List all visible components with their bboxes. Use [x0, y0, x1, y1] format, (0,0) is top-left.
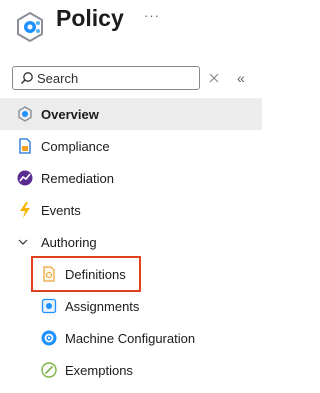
sidebar-item-events[interactable]: Events: [0, 194, 262, 226]
sidebar-item-overview[interactable]: Overview: [0, 98, 262, 130]
search-input[interactable]: [37, 70, 197, 86]
remediation-icon: [16, 169, 34, 187]
compliance-icon: [16, 137, 34, 155]
highlight-box: [31, 256, 141, 292]
search-icon: [21, 72, 33, 84]
sidebar-item-label: Remediation: [41, 170, 114, 186]
sidebar-group-authoring[interactable]: Authoring: [0, 226, 262, 258]
sidebar-item-label: Assignments: [65, 298, 140, 314]
close-icon[interactable]: [207, 71, 221, 85]
search-box[interactable]: [12, 66, 200, 90]
lightning-icon: [16, 201, 34, 219]
chevron-down-icon: [18, 239, 28, 245]
exemption-icon: [40, 361, 58, 379]
gear-icon: [40, 329, 58, 347]
policy-icon: [17, 11, 43, 43]
sidebar-item-label: Compliance: [41, 138, 110, 154]
sidebar-item-label: Overview: [41, 106, 99, 122]
policy-icon: [16, 105, 34, 123]
sidebar-item-label: Exemptions: [65, 362, 133, 378]
search-row: «: [0, 64, 276, 92]
double-chevron-left-icon[interactable]: «: [237, 70, 245, 86]
page-title: Policy: [56, 5, 124, 31]
sidebar-item-compliance[interactable]: Compliance: [0, 130, 262, 162]
sidebar-item-assignments[interactable]: Assignments: [0, 290, 262, 322]
more-options-button[interactable]: ···: [144, 8, 160, 23]
assignment-icon: [40, 297, 58, 315]
sidebar-item-remediation[interactable]: Remediation: [0, 162, 262, 194]
sidebar-item-machine-configuration[interactable]: Machine Configuration: [0, 322, 262, 354]
sidebar-group-label: Authoring: [41, 234, 97, 250]
blade-header: Policy ···: [0, 0, 276, 60]
sidebar-item-label: Events: [41, 202, 81, 218]
sidebar-item-label: Machine Configuration: [65, 330, 196, 346]
sidebar-item-exemptions[interactable]: Exemptions: [0, 354, 262, 386]
